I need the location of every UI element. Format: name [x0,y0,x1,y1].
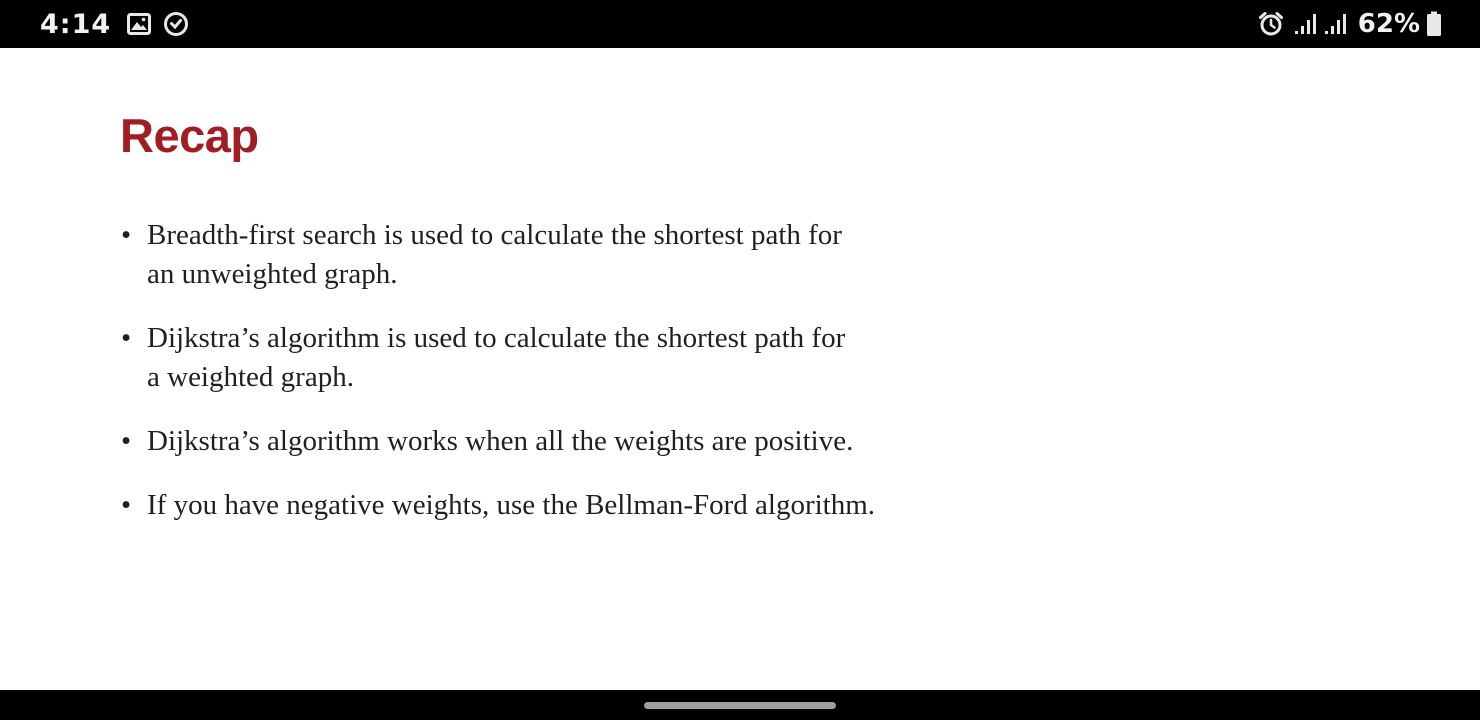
list-item-line: a weighted graph. [147,361,354,393]
status-bar-right: 62% [1258,0,1442,48]
screen: 4:14 62% Recap • Breadth-first search is… [0,0,1480,720]
list-item-line: Dijkstra’s algorithm is used to calculat… [147,322,846,354]
status-bar-left: 4:14 [40,0,189,48]
list-item-line: Breadth-first search is used to calculat… [147,219,842,251]
bullet-icon: • [121,219,132,251]
document-page: Recap • Breadth-first search is used to … [0,48,1480,690]
gallery-icon [127,13,152,35]
signal-icon [1294,13,1318,35]
list-item-line: If you have negative weights, use the Be… [147,489,876,521]
home-gesture-handle[interactable] [644,702,836,709]
signal-icon [1324,13,1348,35]
list-item-line: an unweighted graph. [147,258,398,290]
alarm-icon [1258,11,1284,37]
bullet-icon: • [121,322,132,354]
list-item: • If you have negative weights, use the … [120,486,980,525]
battery-icon [1426,11,1442,37]
battery-percent: 62% [1357,9,1420,39]
list-item: • Dijkstra’s algorithm is used to calcul… [120,319,980,397]
navigation-bar [0,690,1480,720]
page-title: Recap [120,109,259,162]
bullet-icon: • [121,489,132,521]
status-time: 4:14 [40,8,112,40]
list-item-line: Dijkstra’s algorithm works when all the … [147,425,854,457]
sync-icon [163,11,189,37]
bullet-icon: • [121,425,132,457]
status-bar: 4:14 62% [0,0,1480,48]
list-item: • Dijkstra’s algorithm works when all th… [120,422,980,461]
bullet-list: • Breadth-first search is used to calcul… [120,216,980,550]
list-item: • Breadth-first search is used to calcul… [120,216,980,294]
